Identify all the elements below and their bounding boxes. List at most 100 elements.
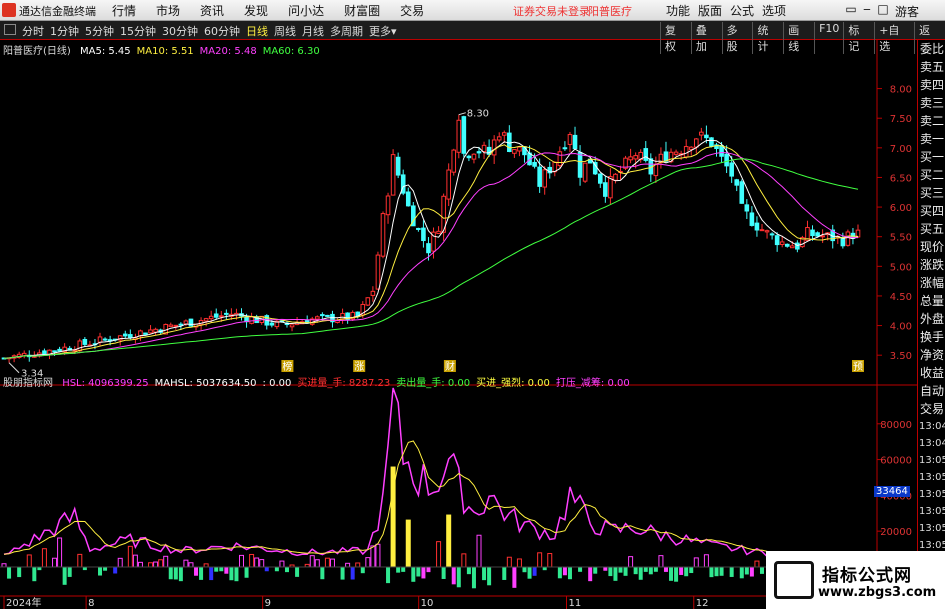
menu-item-5[interactable]: 财富圈	[344, 2, 380, 19]
main-ytick-label: 4.00	[890, 322, 912, 333]
candle	[683, 139, 689, 159]
sell-bar	[456, 566, 461, 588]
menu-item-2[interactable]: 资讯	[200, 2, 224, 19]
period-tab-2[interactable]: 5分钟	[85, 23, 114, 39]
period-tab-0[interactable]: 分时	[22, 23, 44, 39]
ma-legend-ma20: MA20: 5.48	[199, 46, 257, 57]
sell-bar	[67, 566, 72, 577]
buy-bar	[137, 561, 143, 568]
candle	[37, 349, 42, 358]
hsl-line	[3, 387, 859, 563]
quote-label-5[interactable]: 卖一	[918, 130, 945, 148]
candle-body	[224, 312, 229, 315]
indicator-value-2: : 0.00	[262, 378, 292, 389]
buy-bar	[537, 552, 543, 568]
period-tab-4[interactable]: 30分钟	[162, 23, 198, 39]
quote-label-15[interactable]: 外盘	[918, 310, 945, 328]
candle-body	[476, 151, 482, 154]
period-tab-10[interactable]: 更多▾	[369, 23, 397, 39]
quote-label-10[interactable]: 买五	[918, 220, 945, 238]
candle-body	[183, 320, 189, 325]
sell-bar	[593, 566, 598, 574]
minimize-icon[interactable]: ‒	[859, 2, 875, 16]
candle-body	[380, 213, 386, 257]
right-menu-item-3[interactable]: 选项	[762, 2, 786, 19]
right-menu-item-0[interactable]: 功能	[666, 2, 690, 19]
quote-label-2[interactable]: 卖四	[918, 76, 945, 94]
sell-bar	[739, 566, 744, 579]
candle-body	[557, 151, 563, 167]
time-entry-5: 13:05	[919, 506, 945, 517]
panel-toggle-icon[interactable]	[4, 24, 16, 35]
candle	[188, 318, 194, 327]
buy-bar	[365, 557, 371, 568]
candle	[148, 325, 153, 334]
quote-label-17[interactable]: 净资	[918, 346, 945, 364]
menu-item-4[interactable]: 问小达	[288, 2, 324, 19]
menu-item-3[interactable]: 发现	[244, 2, 268, 19]
quote-label-13[interactable]: 涨幅	[918, 274, 945, 292]
maximize-icon[interactable]: □	[875, 2, 891, 16]
right-menu-item-1[interactable]: 版面	[698, 2, 722, 19]
quote-label-6[interactable]: 买一	[918, 148, 945, 166]
candle-body	[461, 116, 467, 154]
candle-body	[143, 332, 148, 335]
buy-bar	[693, 557, 699, 568]
candle	[289, 324, 295, 332]
quote-label-14[interactable]: 总量	[918, 292, 945, 310]
candle-body	[562, 147, 568, 150]
menu-item-0[interactable]: 行情	[112, 2, 136, 19]
quote-label-7[interactable]: 买二	[918, 166, 945, 184]
quote-label-8[interactable]: 买三	[918, 184, 945, 202]
chart-area[interactable]: 3.50 4.00 4.50 5.00 5.50 6.00 6.50 7.00 7.50 8.00…	[0, 40, 945, 609]
menu-item-6[interactable]: 交易	[400, 2, 424, 19]
auto-trade-label-1[interactable]: 交易	[918, 400, 945, 418]
time-list: 13:04 13:04 13:05 13:05 13:05 13:05 13:05 13:05	[918, 418, 945, 554]
quote-label-9[interactable]: 买四	[918, 202, 945, 220]
candle	[714, 142, 719, 157]
sell-bar	[416, 566, 421, 577]
candle	[370, 286, 376, 302]
menu-item-1[interactable]: 市场	[156, 2, 180, 19]
candle	[623, 155, 628, 171]
quote-label-0[interactable]: 委比	[918, 40, 945, 58]
sell-bar	[360, 566, 365, 574]
sell-bar	[340, 566, 345, 580]
date-tick-label: 12	[696, 598, 709, 609]
period-tab-9[interactable]: 多周期	[330, 23, 363, 39]
quote-label-16[interactable]: 换手	[918, 328, 945, 346]
candle-body	[653, 164, 659, 177]
period-tab-6[interactable]: 日线	[246, 23, 268, 39]
auto-trade[interactable]: 自动 交易	[918, 382, 945, 418]
kline-chart-svg[interactable]: 3.50 4.00 4.50 5.00 5.50 6.00 6.50 7.00 7.50 8.00…	[0, 40, 917, 609]
candle	[800, 235, 805, 248]
quote-label-12[interactable]: 涨跌	[918, 256, 945, 274]
period-tab-8[interactable]: 月线	[302, 23, 324, 39]
candle-body	[395, 156, 401, 176]
buy-bar	[461, 553, 467, 568]
quote-label-1[interactable]: 卖五	[918, 58, 945, 76]
quote-label-4[interactable]: 卖二	[918, 112, 945, 130]
quote-label-11[interactable]: 现价	[918, 238, 945, 256]
event-marker-3: 预	[853, 361, 863, 373]
period-tab-5[interactable]: 60分钟	[204, 23, 240, 39]
sell-bar	[219, 566, 224, 572]
candle	[643, 141, 649, 163]
period-tab-1[interactable]: 1分钟	[50, 23, 79, 39]
candle	[461, 115, 467, 157]
period-tab-7[interactable]: 周线	[274, 23, 296, 39]
auto-trade-label-0[interactable]: 自动	[918, 382, 945, 400]
period-tab-3[interactable]: 15分钟	[120, 23, 156, 39]
buy-bar	[132, 554, 138, 568]
window-icon[interactable]: ▭	[843, 2, 859, 16]
candle-body	[446, 169, 451, 200]
main-ytick-label: 3.50	[890, 351, 912, 362]
guest-label[interactable]: 游客	[895, 3, 919, 20]
login-warning[interactable]: 证券交易未登录	[513, 3, 590, 19]
candle	[638, 149, 644, 163]
quote-label-3[interactable]: 卖三	[918, 94, 945, 112]
quote-label-18[interactable]: 收益	[918, 364, 945, 382]
candle-body	[759, 229, 765, 232]
right-menu-item-2[interactable]: 公式	[730, 2, 754, 19]
main-ytick-label: 6.50	[890, 173, 912, 184]
